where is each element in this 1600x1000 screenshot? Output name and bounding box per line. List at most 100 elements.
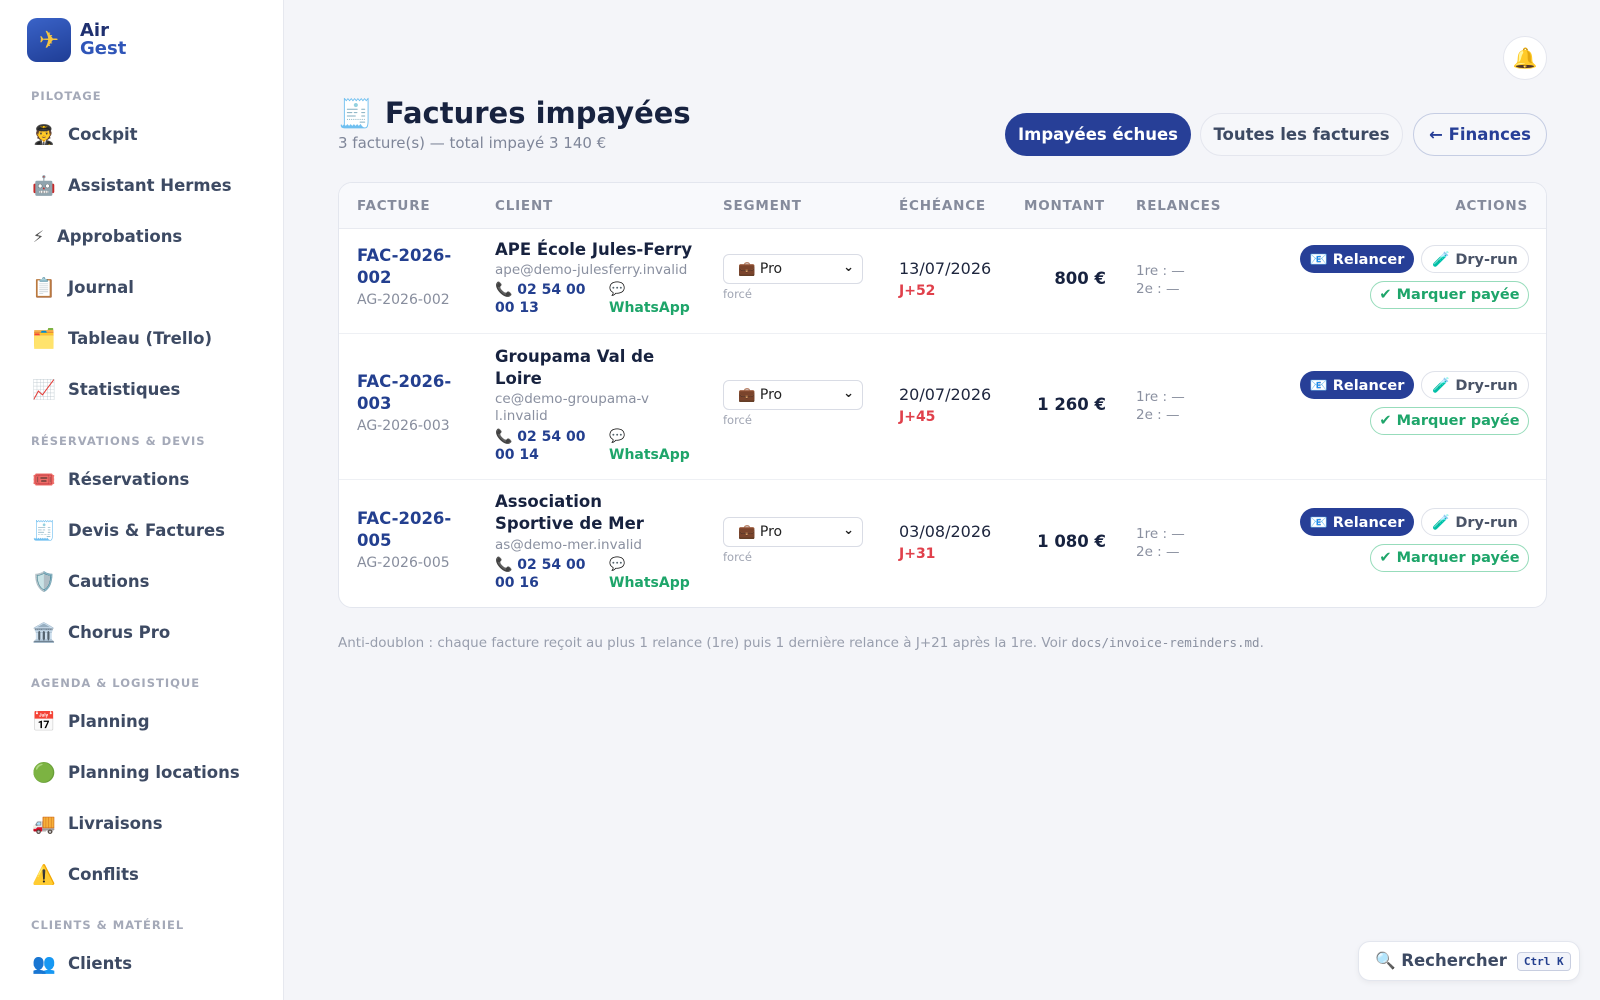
segment-select[interactable]: 💼 Pro ⌄ <box>723 254 863 284</box>
bell-icon[interactable]: 🔔 <box>1503 36 1547 80</box>
column-header-client: CLIENT <box>495 198 554 214</box>
sidebar-item-devis-factures[interactable]: 🧾 Devis & Factures <box>31 512 225 548</box>
sidebar-item-reservations[interactable]: 🎟️ Réservations <box>31 461 189 497</box>
whatsapp-label: WhatsApp <box>609 575 690 591</box>
lightning-icon: ⚡ <box>32 226 45 246</box>
column-header-echeance: ÉCHÉANCE <box>899 198 986 214</box>
remind-button[interactable]: 📧 Relancer <box>1300 371 1414 399</box>
ticket-icon: 🎟️ <box>32 468 56 491</box>
sidebar-item-statistiques[interactable]: 📈 Statistiques <box>31 371 180 407</box>
sidebar-item-label: Chorus Pro <box>68 622 171 642</box>
truck-icon: 🚚 <box>32 812 56 835</box>
reminders-status: 1re : — 2e : — <box>1136 388 1185 424</box>
segment-select[interactable]: 💼 Pro ⌄ <box>723 380 863 410</box>
filter-all-invoices-button[interactable]: Toutes les factures <box>1200 113 1403 156</box>
overdue-days: J+52 <box>899 283 936 299</box>
brand-line-2: Gest <box>80 38 127 59</box>
invoice-number-link[interactable]: FAC-2026- 002 <box>357 245 477 289</box>
sidebar-item-label: Journal <box>68 277 134 297</box>
phone-part: 00 14 <box>495 447 539 463</box>
table-row: FAC-2026- 002 AG-2026-002 APE École Jules… <box>339 229 1546 334</box>
sidebar-item-label: Tableau (Trello) <box>68 328 213 348</box>
invoice-number-link[interactable]: FAC-2026- 005 <box>357 508 477 552</box>
back-to-finances-button[interactable]: ← Finances <box>1413 113 1547 156</box>
note-text: Anti-doublon : chaque facture reçoit au … <box>338 635 1072 651</box>
invoice-number-part: FAC-2026- <box>357 246 452 265</box>
whatsapp-link[interactable]: 💬 WhatsApp <box>609 428 690 464</box>
sidebar-item-label: Statistiques <box>68 379 181 399</box>
client-name: APE École Jules-Ferry <box>495 240 693 259</box>
sidebar-item-label: Planning <box>68 711 150 731</box>
calendar-icon: 📅 <box>32 710 56 733</box>
sidebar-item-label: Réservations <box>68 469 190 489</box>
invoice-number-part: 002 <box>357 268 392 287</box>
phone-link[interactable]: 📞 02 54 00 00 16 <box>495 556 595 592</box>
segment-select[interactable]: 💼 Pro ⌄ <box>723 517 863 547</box>
sidebar-item-conflits[interactable]: ⚠️ Conflits <box>31 856 139 892</box>
phone-part: 📞 02 54 00 <box>495 282 586 298</box>
column-header-relances: RELANCES <box>1136 198 1222 214</box>
table-row: FAC-2026- 005 AG-2026-005 Association Spo… <box>339 480 1546 607</box>
due-date: 13/07/2026 <box>899 259 992 278</box>
page-subtitle: 3 facture(s) — total impayé 3 140 € <box>338 134 607 152</box>
receipt-icon: 🧾 <box>32 519 56 542</box>
doc-path: docs/invoice-reminders.md <box>1071 635 1260 650</box>
dry-run-button[interactable]: 🧪 Dry-run <box>1421 508 1529 536</box>
sidebar-item-label: Devis & Factures <box>68 520 225 540</box>
anti-duplicate-note: Anti-doublon : chaque facture reçoit au … <box>338 635 1264 651</box>
invoice-number-part: FAC-2026- <box>357 509 452 528</box>
due-date: 03/08/2026 <box>899 522 992 541</box>
sidebar-item-journal[interactable]: 📋 Journal <box>31 269 134 305</box>
sidebar-item-cockpit[interactable]: 🧑‍✈️ Cockpit <box>31 116 137 152</box>
sidebar: ✈ Air Gest PILOTAGE 🧑‍✈️ Cockpit 🤖 Assista… <box>0 0 284 1000</box>
invoice-number-part: FAC-2026- <box>357 372 452 391</box>
sidebar-item-planning-locations[interactable]: 🟢 Planning locations <box>31 754 240 790</box>
phone-part: 📞 02 54 00 <box>495 429 586 445</box>
whatsapp-link[interactable]: 💬 WhatsApp <box>609 556 690 592</box>
shield-icon: 🛡️ <box>32 570 56 593</box>
segment-forced-note: forcé <box>723 287 752 301</box>
client-name: Association Sportive de Mer <box>495 492 644 533</box>
mark-paid-button[interactable]: ✔ Marquer payée <box>1370 544 1529 572</box>
brand[interactable]: ✈ Air Gest <box>27 18 126 62</box>
unpaid-invoices-table: FACTURE CLIENT SEGMENT ÉCHÉANCE MONTANT … <box>338 182 1547 608</box>
filter-unpaid-due-button[interactable]: Impayées échues <box>1005 113 1191 156</box>
sidebar-item-tableau-trello[interactable]: 🗂️ Tableau (Trello) <box>31 320 212 356</box>
mark-paid-button[interactable]: ✔ Marquer payée <box>1370 281 1529 309</box>
sidebar-item-assistant-hermes[interactable]: 🤖 Assistant Hermes <box>31 167 231 203</box>
sidebar-item-chorus-pro[interactable]: 🏛️ Chorus Pro <box>31 614 170 650</box>
keyboard-shortcut: Ctrl K <box>1516 951 1571 971</box>
reminder-2: 2e : — <box>1136 544 1180 560</box>
robot-icon: 🤖 <box>32 174 56 197</box>
sidebar-item-livraisons[interactable]: 🚚 Livraisons <box>31 805 162 841</box>
search-button[interactable]: 🔍 Rechercher Ctrl K <box>1358 941 1580 981</box>
reminder-1: 1re : — <box>1136 526 1185 542</box>
sidebar-item-clients[interactable]: 👥 Clients <box>31 945 132 981</box>
reminder-1: 1re : — <box>1136 389 1185 405</box>
invoice-number-part: 003 <box>357 394 392 413</box>
people-icon: 👥 <box>32 952 56 975</box>
segment-value: 💼 Pro <box>738 387 783 403</box>
search-label: 🔍 Rechercher <box>1375 951 1507 970</box>
sidebar-item-planning[interactable]: 📅 Planning <box>31 703 150 739</box>
segment-forced-note: forcé <box>723 550 752 564</box>
phone-link[interactable]: 📞 02 54 00 00 13 <box>495 281 595 317</box>
chevron-down-icon: ⌄ <box>843 260 854 275</box>
whatsapp-link[interactable]: 💬 WhatsApp <box>609 281 690 317</box>
table-header: FACTURE CLIENT SEGMENT ÉCHÉANCE MONTANT … <box>339 183 1546 229</box>
dry-run-button[interactable]: 🧪 Dry-run <box>1421 371 1529 399</box>
remind-button[interactable]: 📧 Relancer <box>1300 245 1414 273</box>
client-email: as@demo-mer.invalid <box>495 537 642 553</box>
client-email: ce@demo-groupama-vl.invalid <box>495 391 650 424</box>
sidebar-item-approbations[interactable]: ⚡ Approbations <box>31 218 182 254</box>
remind-button[interactable]: 📧 Relancer <box>1300 508 1414 536</box>
chevron-down-icon: ⌄ <box>843 523 854 538</box>
sidebar-item-cautions[interactable]: 🛡️ Cautions <box>31 563 149 599</box>
phone-link[interactable]: 📞 02 54 00 00 14 <box>495 428 595 464</box>
reminder-2: 2e : — <box>1136 407 1180 423</box>
section-agenda-logistique: AGENDA & LOGISTIQUE <box>31 676 201 690</box>
invoice-number-link[interactable]: FAC-2026- 003 <box>357 371 477 415</box>
dry-run-button[interactable]: 🧪 Dry-run <box>1421 245 1529 273</box>
mark-paid-button[interactable]: ✔ Marquer payée <box>1370 407 1529 435</box>
invoice-number-part: 005 <box>357 531 392 550</box>
